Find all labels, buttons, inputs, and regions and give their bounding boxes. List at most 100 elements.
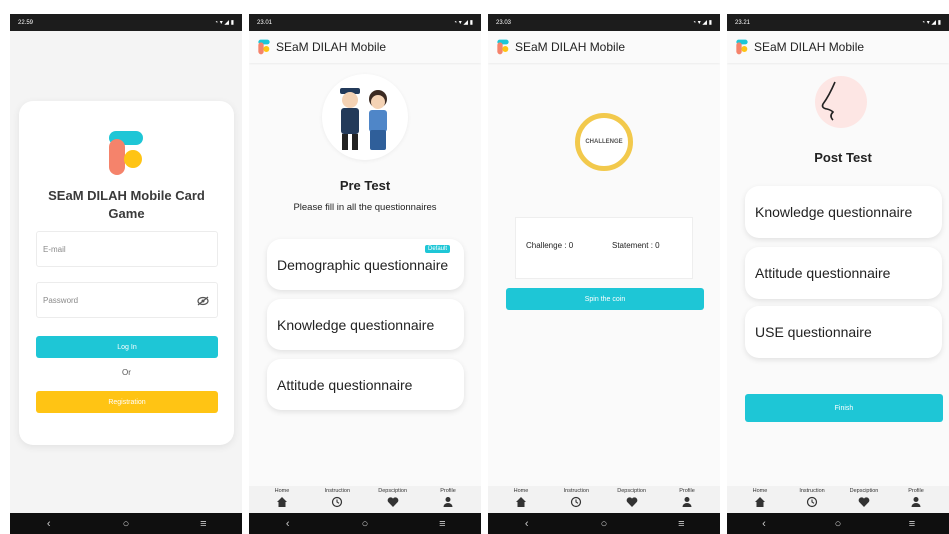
heart-icon xyxy=(858,497,870,507)
nose-illustration xyxy=(815,76,867,128)
app-title: SEaM DILAH Mobile xyxy=(276,40,387,54)
pretest-subtitle: Please fill in all the questionnaires xyxy=(293,202,437,213)
eye-off-icon[interactable] xyxy=(197,296,209,306)
recents-icon[interactable]: ≡ xyxy=(193,518,213,530)
status-time: 23.21 xyxy=(735,19,751,26)
nav-home[interactable]: Home xyxy=(737,488,783,513)
card-label: Attitude questionnaire xyxy=(755,265,891,281)
attitude-questionnaire-card[interactable]: Attitude questionnaire xyxy=(745,247,942,299)
nav-home[interactable]: Home xyxy=(498,488,544,513)
card-label: Knowledge questionnaire xyxy=(277,316,435,333)
app-logo-icon xyxy=(109,131,143,175)
nav-instruction[interactable]: Instruction xyxy=(789,488,835,513)
status-bar: 23.21 ◔ ▾ ◢ ▮ xyxy=(727,14,949,31)
nav-label: Instruction xyxy=(324,488,351,494)
challenge-coin[interactable]: CHALLENGE xyxy=(575,113,633,171)
challenge-screen: 23.03 ◔ ▾ ◢ ▮ SEaM DILAH Mobile CHALLENG… xyxy=(488,14,720,534)
status-bar: 23.01 ◔ ▾ ◢ ▮ xyxy=(249,14,481,31)
app-bar: SEaM DILAH Mobile xyxy=(727,31,949,63)
posttest-screen: 23.21 ◔ ▾ ◢ ▮ SEaM DILAH Mobile Post Tes… xyxy=(727,14,949,534)
app-logo-icon xyxy=(258,39,270,55)
nav-description[interactable]: Depsciption xyxy=(841,488,887,513)
statement-count: Statement : 0 xyxy=(612,241,660,250)
history-icon xyxy=(806,496,818,508)
home-circle-icon[interactable]: ○ xyxy=(594,518,614,530)
status-time: 22.59 xyxy=(18,19,34,26)
email-field[interactable]: E-mail xyxy=(36,231,218,267)
back-icon[interactable]: ‹ xyxy=(517,518,537,530)
pretest-title: Pre Test xyxy=(339,178,391,193)
login-card: SEaM DILAH Mobile Card Game E-mail Passw… xyxy=(19,101,234,445)
login-button[interactable]: Log In xyxy=(36,336,218,358)
nav-label: Home xyxy=(513,488,529,494)
or-label: Or xyxy=(122,368,131,377)
nav-instruction[interactable]: Instruction xyxy=(314,488,360,513)
password-field[interactable]: Password xyxy=(36,282,218,318)
nav-description[interactable]: Depsciption xyxy=(609,488,655,513)
nav-description[interactable]: Depsciption xyxy=(370,488,416,513)
spin-coin-button[interactable]: Spin the coin xyxy=(506,288,704,310)
back-icon[interactable]: ‹ xyxy=(754,518,774,530)
login-title: SEaM DILAH Mobile Card Game xyxy=(48,188,205,221)
nose-icon xyxy=(821,81,836,121)
pretest-screen: 23.01 ◔ ▾ ◢ ▮ SEaM DILAH Mobile Pre Test… xyxy=(249,14,481,534)
back-icon[interactable]: ‹ xyxy=(39,518,59,530)
nav-label: Home xyxy=(274,488,290,494)
card-label: Attitude questionnaire xyxy=(277,376,413,393)
nav-label: Profile xyxy=(440,488,456,494)
email-placeholder: E-mail xyxy=(43,244,66,254)
system-nav-bar: ‹ ○ ≡ xyxy=(727,513,949,534)
status-bar: 23.03 ◔ ▾ ◢ ▮ xyxy=(488,14,720,31)
nav-label: Profile xyxy=(908,488,924,494)
app-title: SEaM DILAH Mobile xyxy=(754,40,865,54)
home-circle-icon[interactable]: ○ xyxy=(828,518,848,530)
heart-icon xyxy=(387,497,398,507)
finish-button[interactable]: Finish xyxy=(745,394,943,422)
bottom-nav: Home Instruction Depsciption Profile xyxy=(488,486,720,513)
system-nav-bar: ‹ ○ ≡ xyxy=(249,513,481,534)
use-questionnaire-card[interactable]: USE questionnaire xyxy=(745,306,942,358)
status-icons: ◔ ▾ ◢ ▮ xyxy=(921,20,941,26)
home-circle-icon[interactable]: ○ xyxy=(116,518,136,530)
login-screen: 22.59 ◔ ▾ ◢ ▮ SEaM DILAH Mobile Card Gam… xyxy=(10,14,242,534)
app-logo-icon xyxy=(736,39,748,55)
registration-button[interactable]: Registration xyxy=(36,391,218,413)
coin-label: CHALLENGE xyxy=(585,139,623,145)
nav-instruction[interactable]: Instruction xyxy=(553,488,599,513)
nav-profile[interactable]: Profile xyxy=(893,488,939,513)
person-icon xyxy=(682,497,692,507)
status-icons: ◔ ▾ ◢ ▮ xyxy=(214,20,234,26)
couple-icon xyxy=(340,88,387,150)
nav-profile[interactable]: Profile xyxy=(664,488,710,513)
status-time: 23.03 xyxy=(496,19,512,26)
system-nav-bar: ‹ ○ ≡ xyxy=(488,513,720,534)
app-bar: SEaM DILAH Mobile xyxy=(249,31,481,63)
nav-label: Home xyxy=(752,488,768,494)
challenge-count: Challenge : 0 xyxy=(526,241,574,250)
card-label: USE questionnaire xyxy=(755,324,872,340)
nav-label: Instruction xyxy=(799,488,825,494)
card-label: Demographic questionnaire xyxy=(277,256,449,273)
person-icon xyxy=(911,497,921,507)
recents-icon[interactable]: ≡ xyxy=(432,518,452,530)
system-nav-bar: ‹ ○ ≡ xyxy=(10,513,242,534)
posttest-title: Post Test xyxy=(814,150,872,165)
history-icon xyxy=(332,496,343,508)
back-icon[interactable]: ‹ xyxy=(278,518,298,530)
home-icon xyxy=(516,497,526,507)
knowledge-questionnaire-card[interactable]: Knowledge questionnaire xyxy=(745,186,942,238)
nav-label: Depsciption xyxy=(617,488,647,494)
nav-profile[interactable]: Profile xyxy=(425,488,471,513)
recents-icon[interactable]: ≡ xyxy=(671,518,691,530)
attitude-questionnaire-card[interactable]: Attitude questionnaire xyxy=(267,359,464,410)
nav-home[interactable]: Home xyxy=(259,488,305,513)
home-circle-icon[interactable]: ○ xyxy=(355,518,375,530)
nav-label: Instruction xyxy=(563,488,590,494)
person-icon xyxy=(443,497,453,507)
history-icon xyxy=(571,496,582,508)
home-icon xyxy=(755,497,765,507)
heart-icon xyxy=(626,497,637,507)
home-icon xyxy=(277,497,287,507)
recents-icon[interactable]: ≡ xyxy=(902,518,922,530)
knowledge-questionnaire-card[interactable]: Knowledge questionnaire xyxy=(267,299,464,350)
